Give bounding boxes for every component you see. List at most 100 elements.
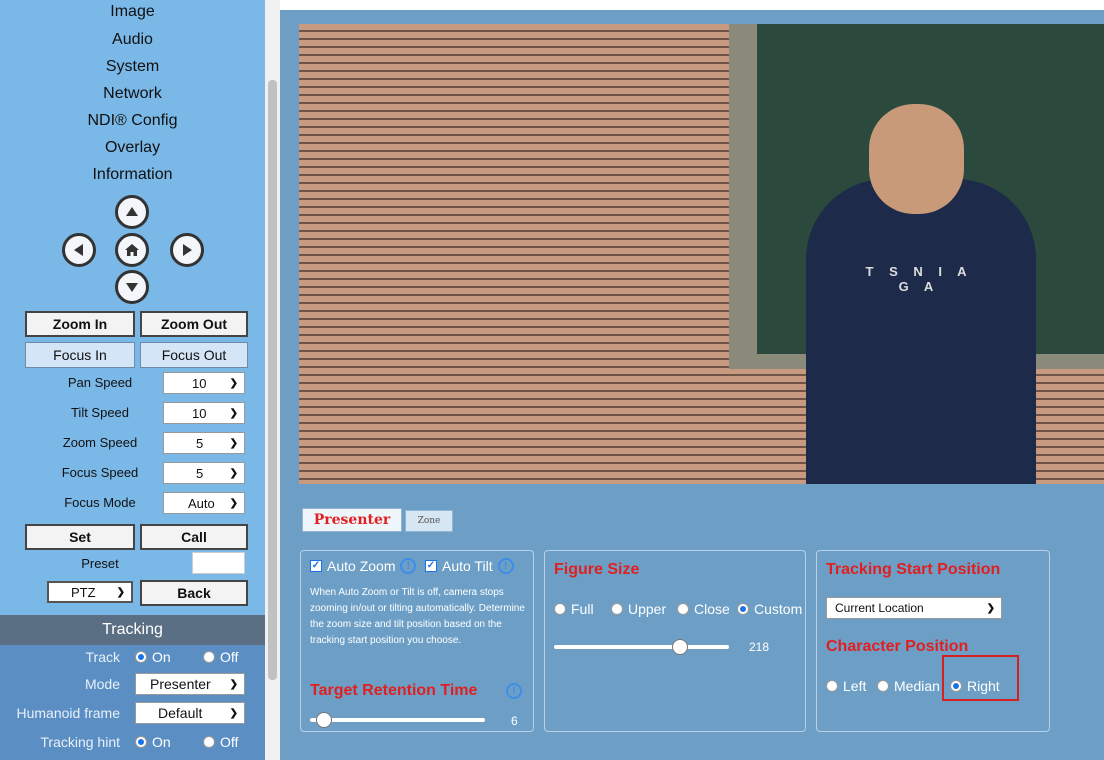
arrow-up-icon bbox=[126, 207, 138, 216]
figure-close-radio[interactable]: Close bbox=[677, 601, 730, 617]
pan-left-button[interactable] bbox=[62, 233, 96, 267]
auto-zoom-checkbox[interactable]: ✓ Auto Zoom ! bbox=[310, 558, 417, 574]
highlight-box bbox=[942, 655, 1019, 701]
menu-item-overlay[interactable]: Overlay bbox=[0, 139, 265, 157]
chevron-down-icon: ❯ bbox=[229, 407, 238, 419]
chevron-down-icon: ❯ bbox=[229, 467, 238, 479]
hint-off-radio[interactable]: Off bbox=[203, 734, 238, 750]
preset-input[interactable] bbox=[192, 552, 245, 574]
info-icon[interactable]: ! bbox=[400, 558, 417, 574]
auto-tilt-checkbox[interactable]: ✓ Auto Tilt ! bbox=[425, 558, 514, 574]
radio-unselected-icon bbox=[826, 680, 838, 692]
arrow-right-icon bbox=[183, 244, 192, 256]
humanoid-frame-select[interactable]: Default ❯ bbox=[135, 702, 245, 724]
sidebar-scrollbar[interactable] bbox=[265, 0, 280, 760]
video-preview[interactable]: T S N I A G A bbox=[299, 24, 1104, 484]
hint-on-label: On bbox=[152, 734, 171, 750]
focus-out-button[interactable]: Focus Out bbox=[140, 342, 248, 368]
tracking-panel: Track On Off Mode Presenter ❯ Humanoid fr… bbox=[0, 645, 265, 760]
figure-close-label: Close bbox=[694, 601, 730, 617]
zoom-speed-label: Zoom Speed bbox=[62, 435, 138, 450]
zoom-speed-select[interactable]: 5 ❯ bbox=[163, 432, 245, 454]
radio-selected-icon bbox=[135, 736, 147, 748]
focus-speed-select[interactable]: 5 ❯ bbox=[163, 462, 245, 484]
radio-unselected-icon bbox=[203, 736, 215, 748]
retention-slider[interactable] bbox=[310, 718, 485, 722]
figure-size-slider-thumb[interactable] bbox=[672, 639, 688, 655]
retention-slider-thumb[interactable] bbox=[316, 712, 332, 728]
track-off-label: Off bbox=[220, 649, 239, 665]
position-left-radio[interactable]: Left bbox=[826, 678, 866, 694]
pan-speed-select[interactable]: 10 ❯ bbox=[163, 372, 245, 394]
checkbox-checked-icon: ✓ bbox=[310, 560, 322, 572]
focus-mode-label: Focus Mode bbox=[64, 495, 136, 510]
figure-size-panel: Figure Size Full Upper Close Custom 218 bbox=[544, 550, 806, 732]
back-button[interactable]: Back bbox=[140, 580, 248, 606]
auto-tilt-label: Auto Tilt bbox=[442, 558, 493, 574]
figure-size-value: 218 bbox=[749, 640, 770, 654]
info-icon[interactable]: ! bbox=[497, 558, 514, 574]
tab-zone[interactable]: Zone bbox=[405, 510, 453, 532]
mode-label: Mode bbox=[84, 676, 120, 692]
pan-right-button[interactable] bbox=[170, 233, 204, 267]
zoom-in-button[interactable]: Zoom In bbox=[25, 311, 135, 337]
mode-select[interactable]: Presenter ❯ bbox=[135, 673, 245, 695]
menu-item-audio[interactable]: Audio bbox=[0, 31, 265, 49]
chevron-down-icon: ❯ bbox=[229, 437, 238, 449]
focus-mode-select[interactable]: Auto ❯ bbox=[163, 492, 245, 514]
track-off-radio[interactable]: Off bbox=[203, 649, 238, 665]
figure-size-title: Figure Size bbox=[554, 561, 640, 578]
humanoid-frame-value: Default bbox=[158, 705, 203, 721]
track-label: Track bbox=[85, 649, 120, 665]
pan-up-button[interactable] bbox=[115, 195, 149, 229]
menu-item-network[interactable]: Network bbox=[0, 85, 265, 103]
figure-upper-label: Upper bbox=[628, 601, 667, 617]
preset-label: Preset bbox=[81, 556, 119, 571]
shirt-text: T S N I A G A bbox=[865, 264, 973, 294]
menu-item-image[interactable]: Image bbox=[0, 3, 265, 21]
home-button[interactable] bbox=[115, 233, 149, 267]
figure-size-slider[interactable] bbox=[554, 645, 729, 649]
character-position-title: Character Position bbox=[826, 638, 969, 655]
position-median-radio[interactable]: Median bbox=[877, 678, 940, 694]
figure-full-label: Full bbox=[571, 601, 594, 617]
figure-full-radio[interactable]: Full bbox=[554, 601, 594, 617]
figure-upper-radio[interactable]: Upper bbox=[611, 601, 666, 617]
tab-presenter[interactable]: Presenter bbox=[302, 508, 402, 532]
home-icon bbox=[125, 244, 139, 256]
figure-custom-radio[interactable]: Custom bbox=[737, 601, 802, 617]
hint-on-radio[interactable]: On bbox=[135, 734, 171, 750]
ptz-select[interactable]: PTZ ❯ bbox=[47, 581, 133, 603]
track-on-radio[interactable]: On bbox=[135, 649, 171, 665]
set-button[interactable]: Set bbox=[25, 524, 135, 550]
figure-custom-label: Custom bbox=[754, 601, 803, 617]
start-location-select[interactable]: Current Location ❯ bbox=[826, 597, 1002, 619]
tracking-header: Tracking bbox=[0, 615, 265, 645]
arrow-left-icon bbox=[74, 244, 83, 256]
menu-item-system[interactable]: System bbox=[0, 58, 265, 76]
radio-unselected-icon bbox=[677, 603, 689, 615]
pan-speed-label: Pan Speed bbox=[67, 375, 133, 390]
chevron-down-icon: ❯ bbox=[229, 377, 238, 389]
radio-selected-icon bbox=[737, 603, 749, 615]
focus-speed-label: Focus Speed bbox=[61, 465, 139, 480]
auto-description: When Auto Zoom or Tilt is off, camera st… bbox=[310, 587, 525, 646]
chevron-down-icon: ❯ bbox=[116, 586, 125, 598]
menu-item-ndi-config[interactable]: NDI® Config bbox=[0, 112, 265, 130]
radio-unselected-icon bbox=[554, 603, 566, 615]
radio-unselected-icon bbox=[203, 651, 215, 663]
focus-in-button[interactable]: Focus In bbox=[25, 342, 135, 368]
zoom-out-button[interactable]: Zoom Out bbox=[140, 311, 248, 337]
info-icon[interactable]: ! bbox=[506, 683, 522, 699]
person-head bbox=[869, 104, 964, 214]
ptz-value: PTZ bbox=[71, 584, 96, 600]
tracking-start-panel: Tracking Start Position Current Location… bbox=[816, 550, 1050, 732]
call-button[interactable]: Call bbox=[140, 524, 248, 550]
chevron-down-icon: ❯ bbox=[229, 678, 238, 690]
menu-item-information[interactable]: Information bbox=[0, 166, 265, 184]
auto-zoom-label: Auto Zoom bbox=[327, 558, 396, 574]
scrollbar-thumb[interactable] bbox=[268, 80, 277, 680]
tilt-speed-select[interactable]: 10 ❯ bbox=[163, 402, 245, 424]
chevron-down-icon: ❯ bbox=[986, 602, 995, 614]
pan-down-button[interactable] bbox=[115, 270, 149, 304]
